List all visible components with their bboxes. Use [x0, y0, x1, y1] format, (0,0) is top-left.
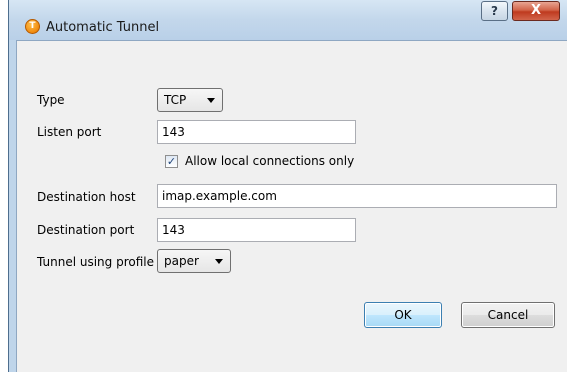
type-label: Type: [37, 93, 65, 107]
chevron-down-icon: [215, 259, 223, 264]
destination-host-field[interactable]: imap.example.com: [157, 184, 557, 208]
cancel-button[interactable]: Cancel: [461, 302, 555, 328]
profile-select[interactable]: paper: [157, 249, 231, 273]
type-select[interactable]: TCP: [157, 88, 223, 112]
close-button[interactable]: X: [512, 1, 560, 21]
profile-select-value: paper: [164, 254, 199, 268]
chevron-down-icon: [207, 98, 215, 103]
dialog-window: T Automatic Tunnel ? X Type TCP Listen p…: [8, 0, 567, 372]
help-button[interactable]: ?: [481, 1, 508, 21]
dialog-body: Type TCP Listen port 143 ✓ Allow local c…: [16, 40, 567, 372]
type-select-value: TCP: [164, 93, 187, 107]
allow-local-checkbox[interactable]: ✓: [165, 155, 178, 168]
app-logo-icon: T: [25, 19, 40, 34]
destination-port-label: Destination port: [37, 223, 135, 237]
window-title: Automatic Tunnel: [46, 20, 160, 35]
ok-button[interactable]: OK: [364, 302, 442, 328]
title-bar[interactable]: T Automatic Tunnel ? X: [9, 0, 567, 40]
listen-port-label: Listen port: [37, 125, 102, 139]
close-icon: X: [530, 3, 542, 18]
listen-port-field[interactable]: 143: [157, 120, 356, 144]
profile-label: Tunnel using profile: [37, 255, 154, 269]
destination-host-label: Destination host: [37, 190, 136, 204]
destination-port-field[interactable]: 143: [157, 218, 356, 242]
allow-local-label: Allow local connections only: [185, 154, 355, 168]
